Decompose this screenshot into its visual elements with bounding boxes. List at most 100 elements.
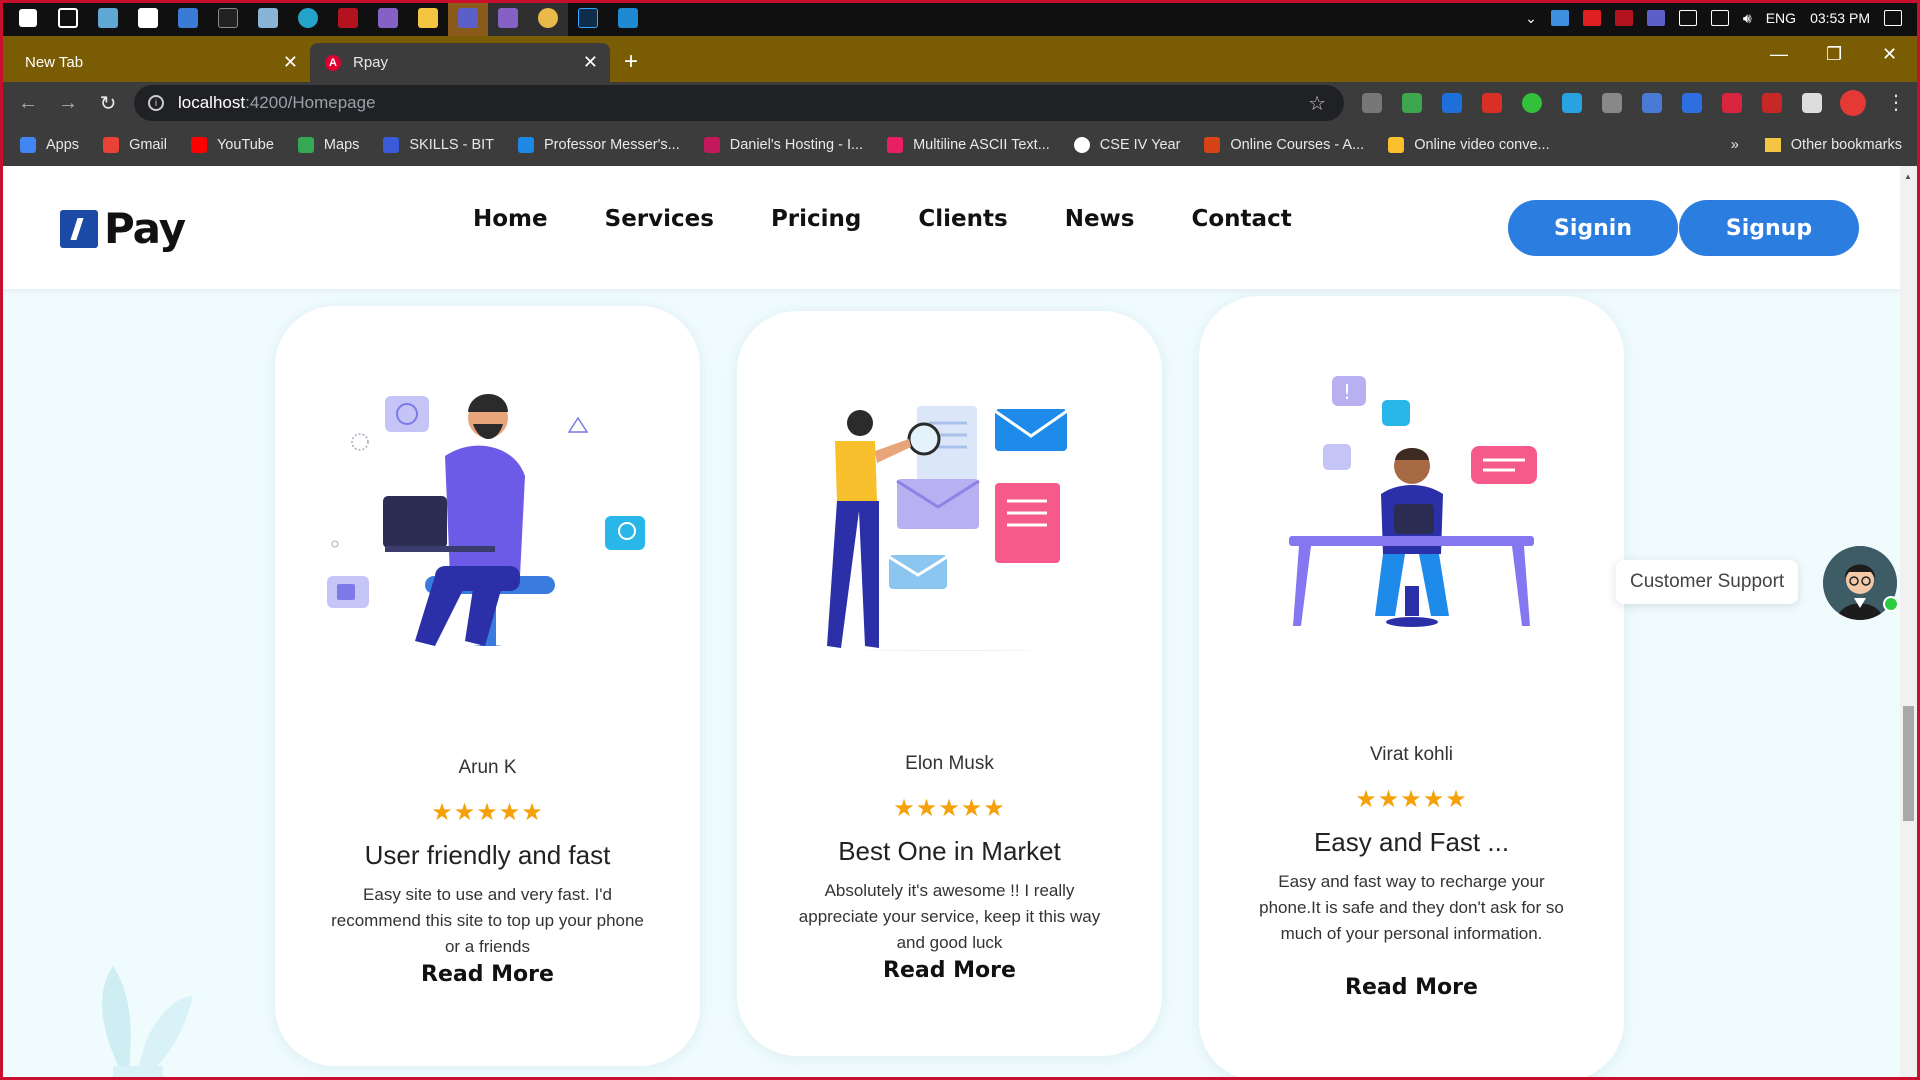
page-scrollbar[interactable]: ▲: [1900, 166, 1917, 1077]
extension-icon-5[interactable]: [1522, 93, 1542, 113]
profile-avatar[interactable]: [1840, 90, 1866, 116]
extension-icon-1[interactable]: [1362, 93, 1382, 113]
task-view-icon[interactable]: [48, 0, 88, 36]
professor-messer-icon: [518, 137, 535, 153]
app-icon-4[interactable]: [208, 0, 248, 36]
tab-new-tab[interactable]: New Tab ✕: [8, 43, 310, 82]
support-desk-illustration: !: [1289, 376, 1537, 627]
notifications-icon[interactable]: [1884, 10, 1902, 26]
nav-news[interactable]: News: [1065, 206, 1135, 232]
nav-clients[interactable]: Clients: [918, 206, 1007, 232]
page-viewport: Arun K ★★★★★ User friendly and fast Easy…: [3, 166, 1900, 1077]
chevron-up-icon[interactable]: ⌄: [1525, 10, 1537, 27]
restore-icon[interactable]: ❐: [1826, 44, 1842, 65]
angular-icon: A: [325, 54, 341, 71]
nav-home[interactable]: Home: [473, 206, 548, 232]
network-icon[interactable]: [1710, 10, 1729, 26]
bookmark-online-courses[interactable]: Online Courses - A...: [1204, 137, 1364, 153]
logo-text: Pay: [104, 204, 186, 253]
scrollbar-thumb[interactable]: [1903, 706, 1914, 821]
file-explorer-icon[interactable]: [408, 0, 448, 36]
battery-icon[interactable]: [1678, 10, 1697, 26]
notion-icon[interactable]: [128, 0, 168, 36]
photos-icon[interactable]: [248, 0, 288, 36]
teams-tray-icon[interactable]: [1646, 10, 1665, 26]
window-close-icon[interactable]: ✕: [1882, 44, 1897, 65]
browser-toolbar: ← → ↻ i localhost:4200/Homepage ☆ ⋮: [0, 82, 1920, 124]
edge-icon[interactable]: [288, 0, 328, 36]
testimonial-card-2: Elon Musk ★★★★★ Best One in Market Absol…: [737, 311, 1162, 1056]
review-title: User friendly and fast: [364, 840, 611, 870]
url-path: :4200/Homepage: [245, 93, 376, 112]
clock[interactable]: 03:53 PM: [1810, 10, 1870, 26]
app-icon-3[interactable]: [168, 0, 208, 36]
nav-contact[interactable]: Contact: [1192, 206, 1292, 232]
bookmarks-more-icon[interactable]: »: [1731, 137, 1739, 153]
bookmark-apps[interactable]: Apps: [20, 137, 79, 153]
vscode-icon[interactable]: [608, 0, 648, 36]
bookmark-video-converter[interactable]: Online video conve...: [1388, 137, 1550, 153]
onedrive-icon[interactable]: [1550, 10, 1569, 26]
online-status-dot: [1883, 596, 1899, 612]
nav-services[interactable]: Services: [605, 206, 714, 232]
teams-icon[interactable]: [448, 0, 488, 36]
gmail-icon: [103, 137, 120, 153]
language-indicator[interactable]: ENG: [1766, 10, 1796, 26]
bookmark-maps[interactable]: Maps: [297, 137, 359, 153]
other-bookmarks[interactable]: Other bookmarks: [1791, 137, 1902, 153]
extension-icon-7[interactable]: [1602, 93, 1622, 113]
reload-icon[interactable]: ↻: [88, 91, 128, 116]
read-more-link[interactable]: Read More: [275, 962, 700, 987]
extension-icon-8[interactable]: [1642, 93, 1662, 113]
app-icon-red[interactable]: [328, 0, 368, 36]
chrome-icon[interactable]: [528, 0, 568, 36]
bookmark-cse-iv-year[interactable]: CSE IV Year: [1073, 137, 1180, 153]
site-info-icon[interactable]: i: [148, 95, 164, 111]
rpay-logo[interactable]: Pay: [60, 204, 186, 253]
app-tray-dark-icon[interactable]: [1614, 10, 1633, 26]
bookmark-skills[interactable]: SKILLS - BIT: [383, 137, 494, 153]
extension-icon-11[interactable]: [1762, 93, 1782, 113]
new-tab-plus-icon[interactable]: +: [624, 48, 638, 76]
windows-start-icon[interactable]: [8, 0, 48, 36]
signin-button[interactable]: Signin: [1508, 200, 1678, 256]
minimize-icon[interactable]: —: [1770, 44, 1788, 65]
scroll-up-arrow-icon[interactable]: ▲: [1904, 172, 1912, 181]
bookmark-daniels-hosting[interactable]: Daniel's Hosting - I...: [703, 137, 863, 153]
bookmark-professor-messer[interactable]: Professor Messer's...: [518, 137, 680, 153]
extension-icon-6[interactable]: [1562, 93, 1582, 113]
extension-icon-9[interactable]: [1682, 93, 1702, 113]
photoshop-icon[interactable]: [568, 0, 608, 36]
tab-rpay[interactable]: A Rpay ✕: [310, 43, 610, 82]
visual-studio-icon[interactable]: [368, 0, 408, 36]
more-vert-icon[interactable]: ⋮: [1886, 90, 1906, 114]
forward-arrow-icon[interactable]: →: [48, 92, 88, 115]
extension-icon-4[interactable]: [1482, 93, 1502, 113]
extension-icon-3[interactable]: [1442, 93, 1462, 113]
extension-icon-2[interactable]: [1402, 93, 1422, 113]
bookmark-multiline-ascii[interactable]: Multiline ASCII Text...: [887, 137, 1050, 153]
signup-button[interactable]: Signup: [1679, 200, 1859, 256]
read-more-link[interactable]: Read More: [737, 958, 1162, 983]
star-rating: ★★★★★: [893, 795, 1006, 822]
extensions-puzzle-icon[interactable]: [1802, 93, 1822, 113]
close-icon[interactable]: ✕: [283, 52, 298, 73]
youtube-icon: [190, 137, 207, 153]
extension-icon-10[interactable]: [1722, 93, 1742, 113]
bookmark-star-icon[interactable]: ☆: [1308, 91, 1326, 116]
address-bar[interactable]: i localhost:4200/Homepage ☆: [134, 85, 1344, 121]
app-tray-red-icon[interactable]: [1582, 10, 1601, 26]
nav-pricing[interactable]: Pricing: [771, 206, 861, 232]
bookmark-youtube[interactable]: YouTube: [190, 137, 274, 153]
customer-support-label[interactable]: Customer Support: [1616, 560, 1799, 604]
back-arrow-icon[interactable]: ←: [8, 92, 48, 115]
volume-icon[interactable]: 🔊︎: [1743, 10, 1752, 27]
close-icon[interactable]: ✕: [583, 52, 598, 73]
review-title: Easy and Fast ...: [1313, 827, 1510, 857]
read-more-link[interactable]: Read More: [1199, 975, 1624, 1000]
app-icon-1[interactable]: [88, 0, 128, 36]
bookmark-gmail[interactable]: Gmail: [103, 137, 167, 153]
ascii-text-icon: [887, 137, 904, 153]
visual-studio-icon-2[interactable]: [488, 0, 528, 36]
review-text: Absolutely it's awesome !! I really appr…: [798, 881, 1101, 952]
